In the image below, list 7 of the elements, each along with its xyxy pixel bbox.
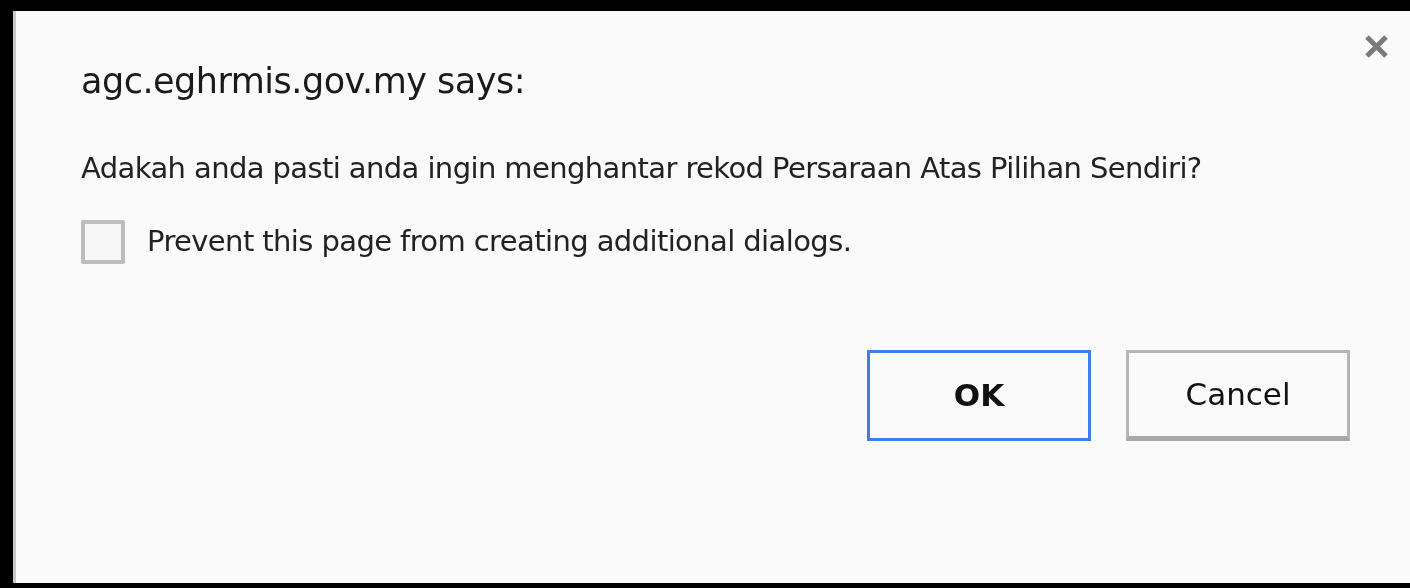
checkbox-label: Prevent this page from creating additional dialogs.: [147, 223, 852, 261]
cancel-button[interactable]: Cancel: [1126, 350, 1350, 441]
dialog-title: agc.eghrmis.gov.my says:: [81, 60, 527, 103]
ok-button[interactable]: OK: [867, 350, 1091, 441]
dialog-message: Adakah anda pasti anda ingin menghantar rekod Persaraan Atas Pilihan Sendiri?: [81, 150, 1203, 187]
close-icon[interactable]: [1364, 34, 1389, 59]
checkbox[interactable]: [81, 220, 125, 264]
